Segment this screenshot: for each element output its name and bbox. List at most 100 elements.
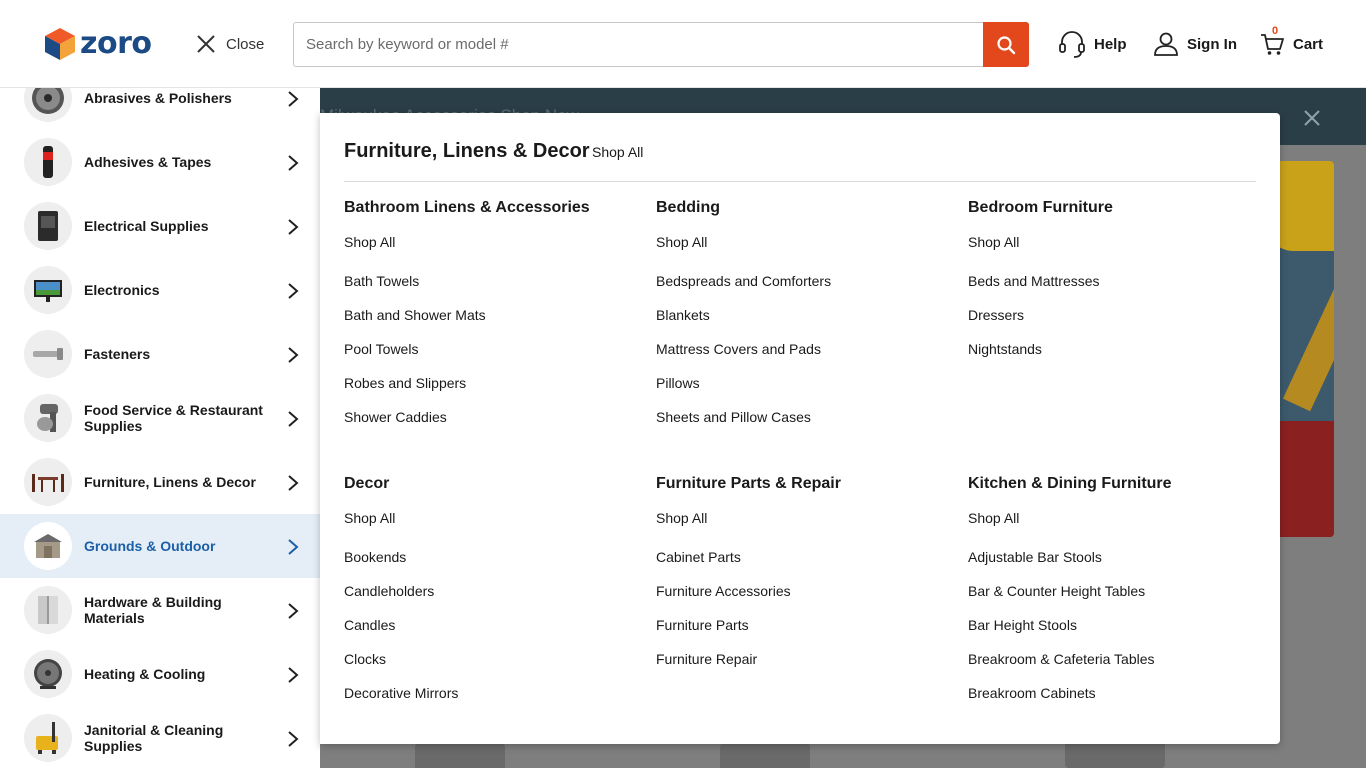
cart-label: Cart [1293, 35, 1324, 53]
menu-link[interactable]: Shower Caddies [344, 408, 486, 442]
section-link-list: Bookends Candleholders Candles Clocks De… [344, 548, 458, 718]
menu-shop-all-link[interactable]: Shop All [592, 144, 643, 160]
menu-link[interactable]: Sheets and Pillow Cases [656, 408, 831, 442]
user-icon [1154, 32, 1178, 56]
sidebar-item-label: Abrasives & Polishers [84, 90, 232, 106]
promo-close-icon[interactable] [1302, 108, 1322, 128]
sidebar-item-grounds-outdoor[interactable]: Grounds & Outdoor [0, 514, 320, 578]
sidebar-item-label: Hardware & Building Materials [84, 594, 222, 626]
bolt-icon [24, 330, 72, 378]
chevron-right-icon [288, 155, 299, 171]
sidebar-item-label: Fasteners [84, 346, 151, 362]
sidebar-item-label: Food Service & Restaurant Supplies [84, 402, 263, 434]
logo-text: zoro [80, 26, 152, 61]
section-title[interactable]: Bedroom Furniture [968, 198, 1268, 218]
logo-cube-icon [45, 28, 75, 60]
sidebar-item-janitorial[interactable]: Janitorial & Cleaning Supplies [0, 706, 320, 768]
sidebar-item-fasteners[interactable]: Fasteners [0, 322, 320, 386]
hinge-icon [24, 586, 72, 634]
menu-link[interactable]: Breakroom & Cafeteria Tables [968, 650, 1155, 684]
mega-menu-panel: Furniture, Linens & Decor Shop All Bathr… [320, 113, 1280, 744]
menu-link[interactable]: Mattress Covers and Pads [656, 340, 831, 374]
menu-link[interactable]: Cabinet Parts [656, 548, 791, 582]
section-link-list: Cabinet Parts Furniture Accessories Furn… [656, 548, 791, 684]
menu-link[interactable]: Pillows [656, 374, 831, 408]
menu-link[interactable]: Candleholders [344, 582, 458, 616]
menu-link[interactable]: Bedspreads and Comforters [656, 272, 831, 306]
menu-link[interactable]: Decorative Mirrors [344, 684, 458, 718]
search-bar [293, 22, 1029, 67]
mop-bucket-icon [24, 714, 72, 762]
menu-link[interactable]: Bath and Shower Mats [344, 306, 486, 340]
shed-icon [24, 522, 72, 570]
sidebar-item-abrasives[interactable]: Abrasives & Polishers [0, 88, 320, 130]
menu-link[interactable]: Dressers [968, 306, 1100, 340]
menu-link[interactable]: Furniture Repair [656, 650, 791, 684]
banner-socket-set-image [1279, 421, 1334, 537]
section-title[interactable]: Decor [344, 474, 644, 494]
menu-link[interactable]: Breakroom Cabinets [968, 684, 1155, 718]
section-title[interactable]: Kitchen & Dining Furniture [968, 474, 1268, 494]
menu-link[interactable]: Pool Towels [344, 340, 486, 374]
chevron-right-icon [288, 475, 299, 491]
menu-link[interactable]: Bookends [344, 548, 458, 582]
headset-icon [1059, 31, 1085, 58]
menu-link[interactable]: Bar Height Stools [968, 616, 1155, 650]
chevron-right-icon [288, 347, 299, 363]
section-link-list: Beds and Mattresses Dressers Nightstands [968, 272, 1100, 374]
section-shop-all-link[interactable]: Shop All [968, 234, 1019, 250]
chevron-right-icon [288, 603, 299, 619]
chevron-right-icon [288, 411, 299, 427]
search-button[interactable] [983, 22, 1029, 67]
category-sidebar: Abrasives & Polishers Adhesives & Tapes … [0, 88, 320, 768]
menu-link[interactable]: Blankets [656, 306, 831, 340]
section-title[interactable]: Bathroom Linens & Accessories [344, 198, 644, 218]
sidebar-item-furniture[interactable]: Furniture, Linens & Decor [0, 450, 320, 514]
menu-link[interactable]: Bath Towels [344, 272, 486, 306]
section-shop-all-link[interactable]: Shop All [344, 510, 395, 526]
close-label: Close [226, 35, 265, 53]
sign-in-link[interactable]: Sign In [1153, 28, 1237, 60]
menu-link[interactable]: Candles [344, 616, 458, 650]
sidebar-item-label: Electrical Supplies [84, 218, 209, 234]
sidebar-item-label: Electronics [84, 282, 160, 298]
sign-in-label: Sign In [1187, 35, 1237, 53]
menu-link[interactable]: Furniture Accessories [656, 582, 791, 616]
menu-section-decor: Decor Shop All Bookends Candleholders Ca… [344, 474, 644, 701]
section-shop-all-link[interactable]: Shop All [656, 234, 707, 250]
search-input[interactable] [294, 23, 984, 66]
sidebar-item-adhesives[interactable]: Adhesives & Tapes [0, 130, 320, 194]
menu-link[interactable]: Robes and Slippers [344, 374, 486, 408]
menu-link[interactable]: Bar & Counter Height Tables [968, 582, 1155, 616]
menu-link[interactable]: Furniture Parts [656, 616, 791, 650]
menu-link[interactable]: Adjustable Bar Stools [968, 548, 1155, 582]
section-shop-all-link[interactable]: Shop All [968, 510, 1019, 526]
close-menu-button[interactable]: Close [195, 32, 264, 56]
section-shop-all-link[interactable]: Shop All [656, 510, 707, 526]
menu-link[interactable]: Beds and Mattresses [968, 272, 1100, 306]
section-link-list: Bath Towels Bath and Shower Mats Pool To… [344, 272, 486, 442]
chevron-right-icon [288, 219, 299, 235]
fan-icon [24, 650, 72, 698]
sidebar-item-food-service[interactable]: Food Service & Restaurant Supplies [0, 386, 320, 450]
site-header: zoro Close Help Sign In [0, 0, 1366, 88]
cart-link[interactable]: 0 Cart [1259, 25, 1324, 60]
sidebar-item-heating-cooling[interactable]: Heating & Cooling [0, 642, 320, 706]
sidebar-item-electrical[interactable]: Electrical Supplies [0, 194, 320, 258]
mixer-icon [24, 394, 72, 442]
adhesive-tube-icon [24, 138, 72, 186]
chevron-right-icon [288, 667, 299, 683]
section-shop-all-link[interactable]: Shop All [344, 234, 395, 250]
section-title[interactable]: Bedding [656, 198, 956, 218]
zoro-logo[interactable]: zoro [44, 26, 164, 62]
sidebar-item-hardware[interactable]: Hardware & Building Materials [0, 578, 320, 642]
chevron-right-icon [288, 283, 299, 299]
menu-link[interactable]: Nightstands [968, 340, 1100, 374]
sidebar-item-label: Janitorial & Cleaning Supplies [84, 722, 224, 754]
menu-link[interactable]: Clocks [344, 650, 458, 684]
banner-shovel-image [1282, 280, 1334, 412]
sidebar-item-electronics[interactable]: Electronics [0, 258, 320, 322]
menu-section-bedroom-furniture: Bedroom Furniture Shop All Beds and Matt… [968, 198, 1268, 357]
help-link[interactable]: Help [1058, 28, 1127, 60]
section-title[interactable]: Furniture Parts & Repair [656, 474, 956, 494]
